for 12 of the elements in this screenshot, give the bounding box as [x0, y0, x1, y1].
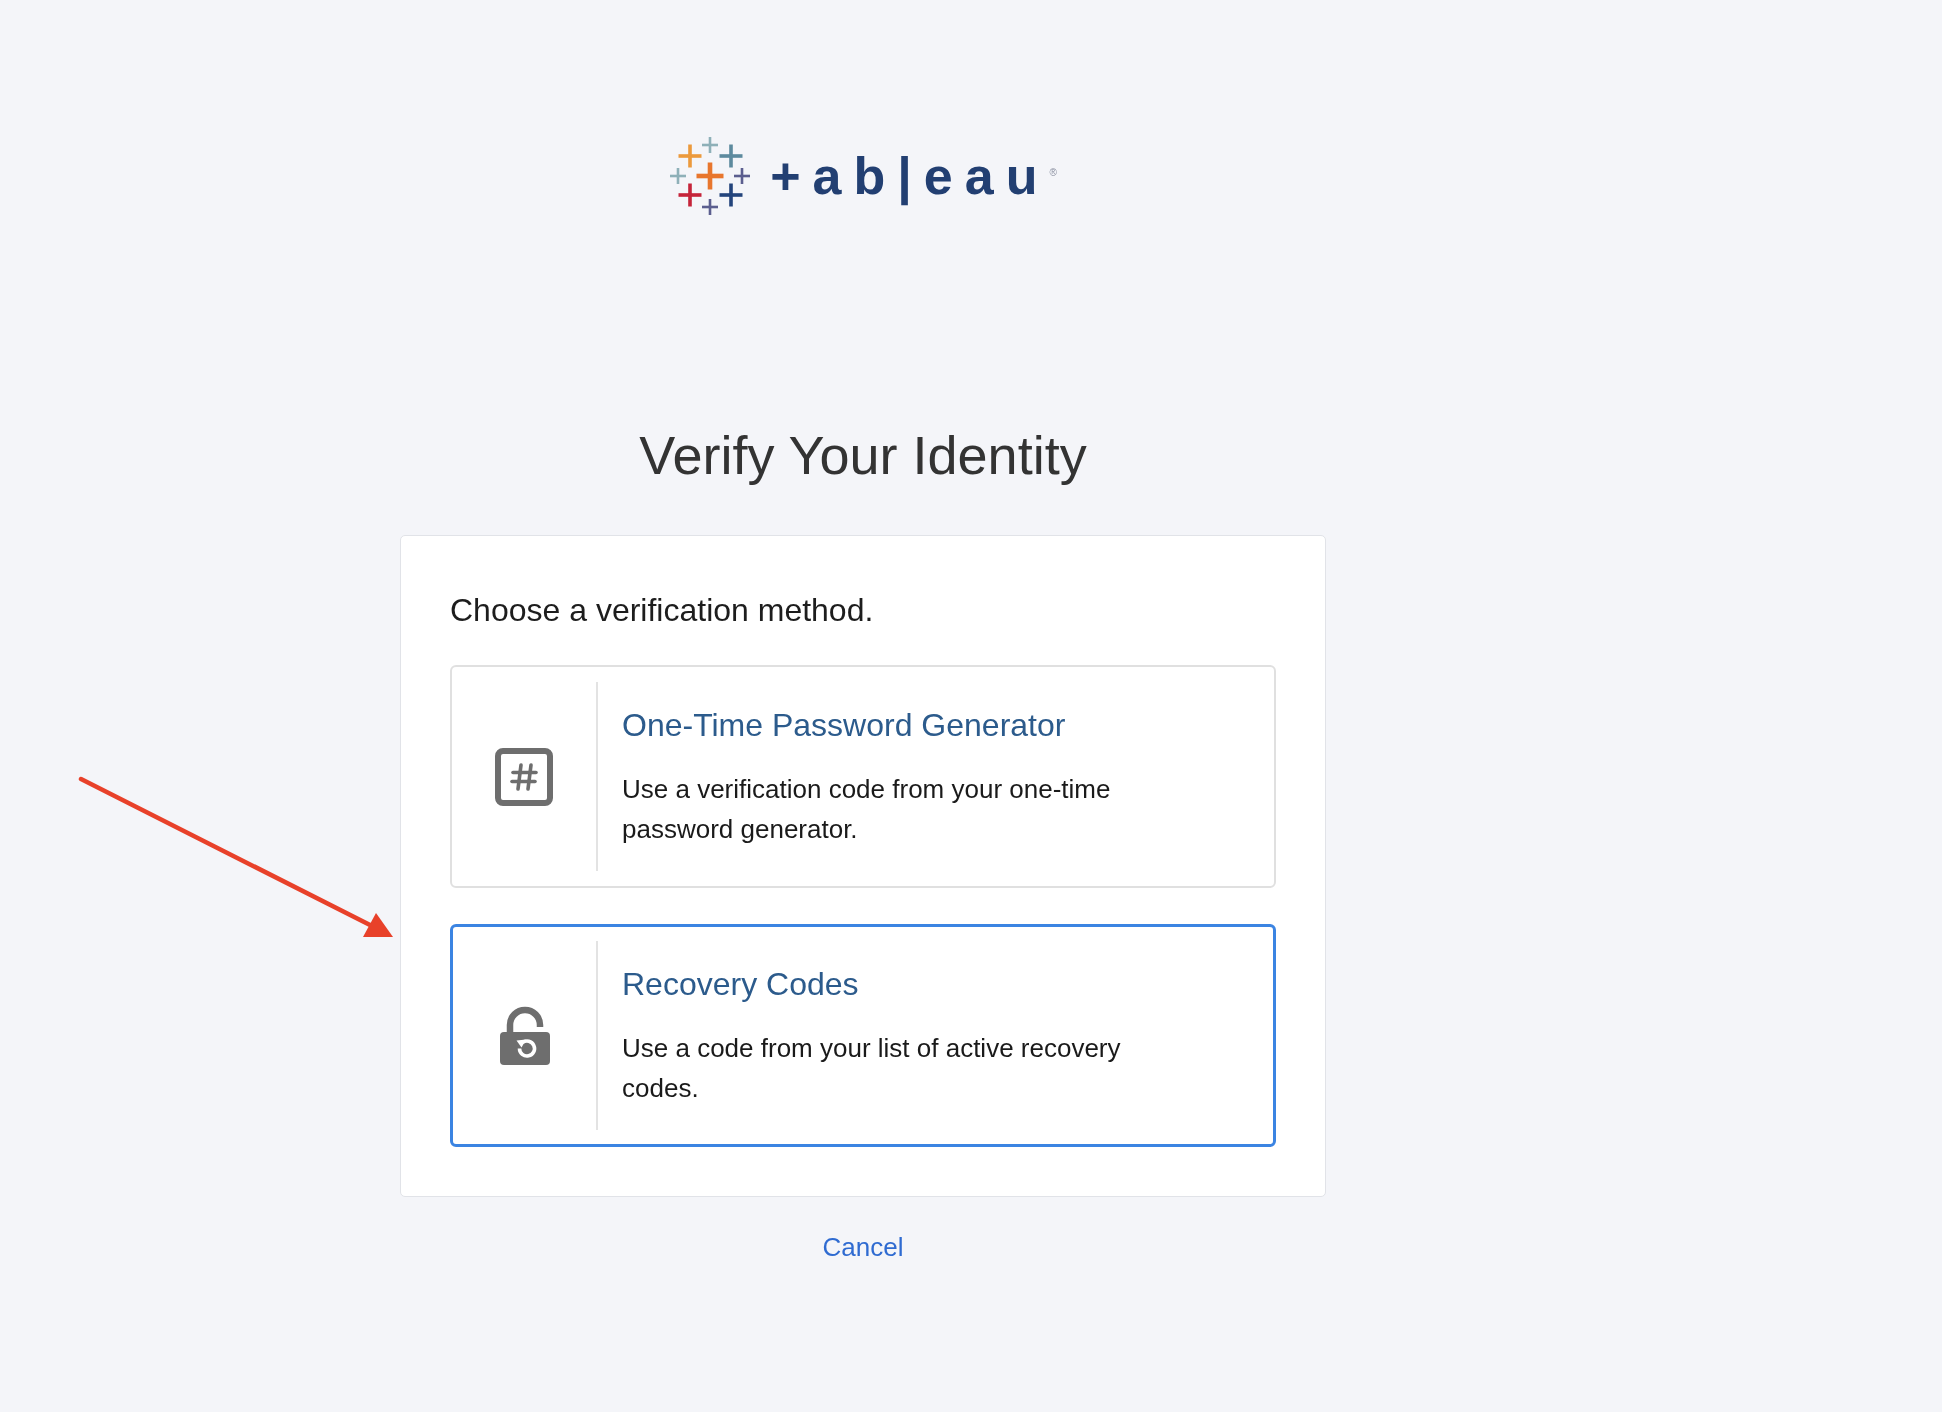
- option-description: Use a verification code from your one-time password generator.: [622, 772, 1112, 846]
- option-description: Use a code from your list of active recovery codes.: [622, 1031, 1122, 1105]
- verification-option[interactable]: Recovery Codes Use a code from your list of active recovery codes.: [450, 924, 1276, 1147]
- hash-icon: [495, 747, 553, 806]
- cancel-link[interactable]: Cancel: [822, 1232, 904, 1262]
- unlocked-padlock-icon: [499, 1006, 550, 1065]
- plus-signs-logo-icon: [669, 136, 752, 216]
- option-title: One-Time Password Generator: [622, 705, 1067, 745]
- registered-mark: ®: [1049, 168, 1057, 178]
- prompt-text: Choose a verification method.: [450, 594, 875, 626]
- verification-option[interactable]: One-Time Password Generator Use a verification code from your one-time password generator.: [450, 665, 1276, 888]
- option-title: Recovery Codes: [622, 964, 860, 1004]
